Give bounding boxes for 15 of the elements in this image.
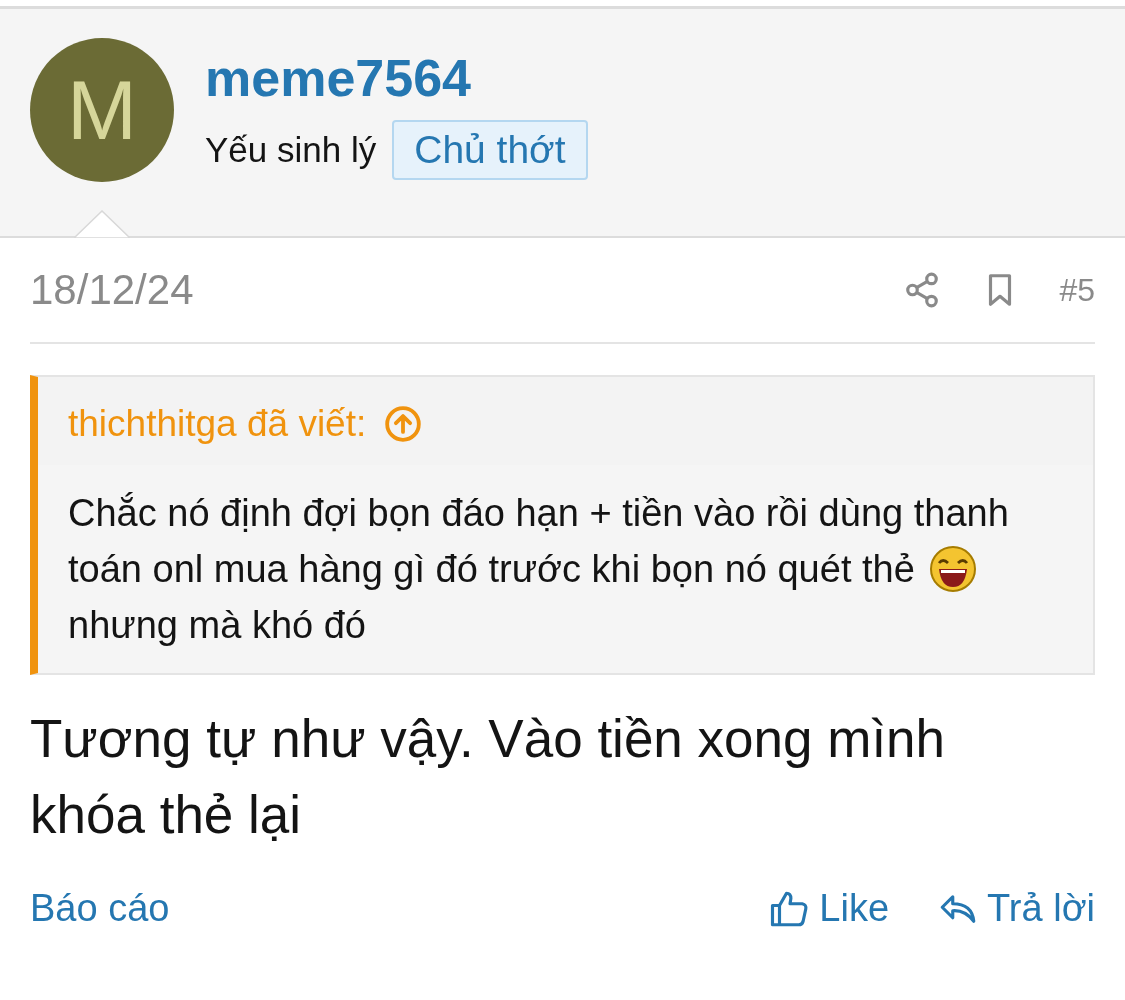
arrow-up-circle-icon[interactable] [384,405,423,443]
reply-button[interactable]: Trả lời [937,887,1095,930]
quote-text: nhưng mà khó đó [68,603,366,648]
like-button[interactable]: Like [769,887,890,930]
report-link[interactable]: Báo cáo [30,887,170,930]
avatar[interactable]: M [30,38,174,182]
quote-text: toán onl mua hàng gì đó trước khi bọn nó quét thẻ [68,547,915,592]
laughing-emoji-icon [928,545,977,593]
post-date[interactable]: 18/12/24 [30,266,194,314]
author-badge: Chủ thớt [392,120,588,180]
post-number[interactable]: #5 [1059,271,1095,309]
username[interactable]: meme7564 [205,48,588,108]
post-text: Tương tự như vậy. Vào tiền xong mình khóa thẻ lại [30,708,947,846]
user-title: Yếu sinh lý [205,130,377,170]
quote-text: Chắc nó định đợi bọn đáo hạn + tiền vào rồi dùng thanh [68,491,1009,536]
